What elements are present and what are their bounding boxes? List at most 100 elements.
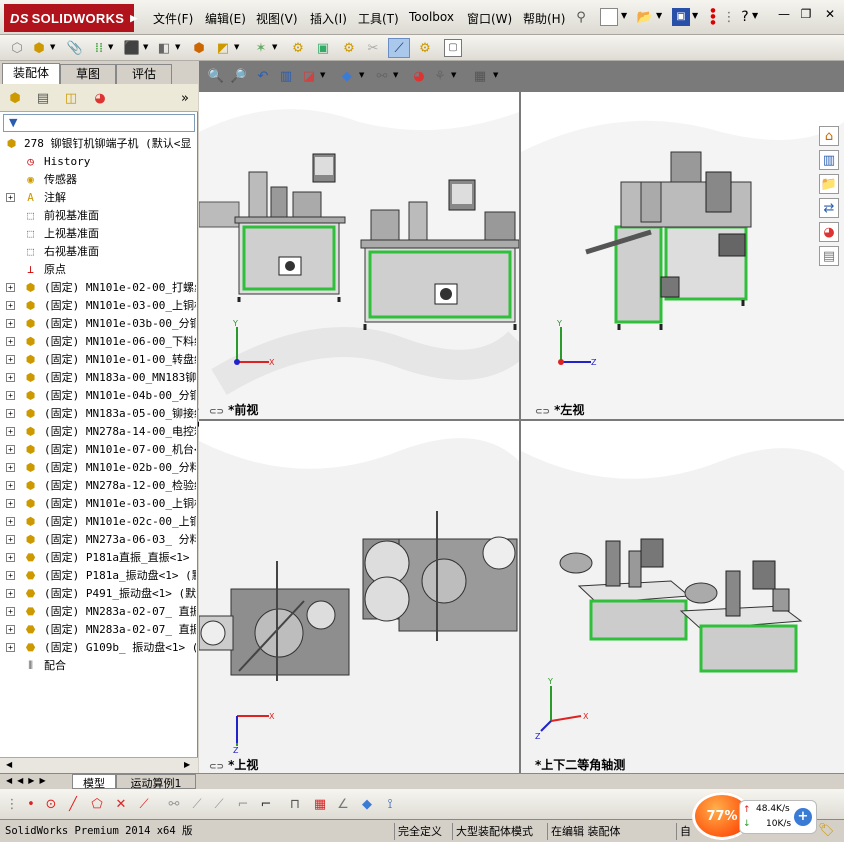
view-palette-icon[interactable]: ⇄: [819, 198, 839, 218]
expand-toggle-icon[interactable]: +: [6, 301, 15, 310]
expand-toggle-icon[interactable]: +: [6, 499, 15, 508]
expand-toggle-icon[interactable]: +: [6, 337, 15, 346]
restore-button[interactable]: ❐: [797, 7, 815, 23]
trim-icon[interactable]: ✕: [112, 795, 130, 813]
options-icon[interactable]: ⋮: [722, 8, 736, 26]
pin-icon[interactable]: ⚲: [573, 8, 589, 26]
filter-icon[interactable]: ▼: [9, 116, 17, 129]
solidworks-resources-icon[interactable]: ⌂: [819, 126, 839, 146]
tree-item[interactable]: ⬚ 前视基准面: [0, 207, 196, 225]
tree-item[interactable]: + ⬢ (固定) MN273a-06-03_ 分料: [0, 531, 196, 549]
tree-item[interactable]: + ⬢ (固定) MN101e-07-00_机台<: [0, 441, 196, 459]
tree-item[interactable]: ⬚ 右视基准面: [0, 243, 196, 261]
expand-panel-icon[interactable]: »: [178, 90, 192, 106]
exploded-view-icon[interactable]: ▣: [314, 39, 332, 57]
tree-item[interactable]: + ⬢ (固定) MN101e-06-00_下料组: [0, 333, 196, 351]
expand-toggle-icon[interactable]: +: [6, 481, 15, 490]
centerpoint-icon[interactable]: ⊙: [42, 795, 60, 813]
linear-pattern-icon[interactable]: ⁞⁞: [90, 39, 108, 57]
tree-item[interactable]: ◷ History: [0, 153, 196, 171]
solidworks-logo[interactable]: DS SOLIDWORKS ▶: [4, 4, 137, 32]
polygon-icon[interactable]: ⬠: [88, 795, 106, 813]
expand-toggle-icon[interactable]: +: [6, 643, 15, 652]
line-icon[interactable]: ╱: [64, 795, 82, 813]
tree-item[interactable]: + ⬣ (固定) P181a_振动盘<1> (默: [0, 567, 196, 585]
show-hidden-icon[interactable]: ◧: [155, 39, 173, 57]
menu-window[interactable]: 窗口(W): [467, 10, 512, 27]
tab-assembly[interactable]: 装配体: [2, 63, 60, 84]
tree-item[interactable]: + ⬢ (固定) MN183a-05-00_铆接组: [0, 405, 196, 423]
point-icon[interactable]: •: [22, 795, 40, 813]
motion-dropdown-icon[interactable]: ▼: [272, 44, 277, 51]
design-library-icon[interactable]: ▥: [819, 150, 839, 170]
mate-icon[interactable]: 📎: [66, 39, 84, 57]
property-manager-icon[interactable]: ▤: [34, 89, 52, 107]
tree-item[interactable]: + ⬢ (固定) MN101e-04b-00_分铜: [0, 387, 196, 405]
tree-item[interactable]: + A 注解: [0, 189, 196, 207]
expand-toggle-icon[interactable]: +: [6, 373, 15, 382]
chamfer-icon[interactable]: ⌐: [234, 795, 252, 813]
tree-item[interactable]: ⟂ 原点: [0, 261, 196, 279]
explode-line-sketch-icon[interactable]: ⚙: [340, 39, 358, 57]
large-assembly-icon[interactable]: ⚙: [416, 39, 434, 57]
new-dropdown-icon[interactable]: ▼: [621, 12, 627, 20]
orientation-dropdown-icon[interactable]: ▼: [359, 72, 364, 79]
status-tag-icon[interactable]: 🏷: [818, 823, 836, 840]
edit-appearance-icon[interactable]: ◕: [411, 68, 427, 84]
menu-file[interactable]: 文件(F): [153, 10, 193, 27]
expand-toggle-icon[interactable]: +: [6, 553, 15, 562]
tree-item[interactable]: + ⬢ (固定) MN101e-03b-00_分铜: [0, 315, 196, 333]
viewport-front[interactable]: Y X ⊂⊃ *前视: [199, 92, 519, 419]
expand-toggle-icon[interactable]: +: [6, 409, 15, 418]
tab-evaluate[interactable]: 评估: [116, 64, 172, 84]
annotation-dropdown-icon[interactable]: ▼: [320, 72, 325, 79]
featuremanager-tree-icon[interactable]: ⬢: [6, 89, 24, 107]
configuration-manager-icon[interactable]: ◫: [62, 89, 80, 107]
bill-of-materials-icon[interactable]: ⚙: [289, 39, 307, 57]
appearances-icon[interactable]: ◕: [819, 222, 839, 242]
tree-item[interactable]: + ⬣ (固定) P181a直振_直振<1>: [0, 549, 196, 567]
expand-toggle-icon[interactable]: +: [6, 319, 15, 328]
close-button[interactable]: ✕: [821, 7, 839, 23]
zoom-to-fit-icon[interactable]: 🔍: [208, 68, 224, 84]
tab-model[interactable]: 模型: [72, 774, 116, 790]
view-settings-dropdown-icon[interactable]: ▼: [493, 72, 498, 79]
expand-toggle-icon[interactable]: +: [6, 571, 15, 580]
file-explorer-icon[interactable]: 📁: [819, 174, 839, 194]
mirror-icon[interactable]: ⟋: [188, 795, 206, 813]
rebuild-traffic-light-icon[interactable]: ● ● ●: [708, 8, 718, 26]
menu-insert[interactable]: 插入(I): [310, 10, 347, 27]
assembly-features-icon[interactable]: ⬢: [190, 39, 208, 57]
fillet-icon[interactable]: ⟋: [210, 795, 228, 813]
tab-nav-arrows[interactable]: ◀◀▶▶: [6, 776, 51, 785]
reference-geometry-icon[interactable]: ◩: [214, 39, 232, 57]
expand-toggle-icon[interactable]: +: [6, 355, 15, 364]
expand-toggle-icon[interactable]: +: [6, 463, 15, 472]
menu-toolbox[interactable]: Toolbox: [409, 10, 454, 24]
tree-item[interactable]: ⫴ 配合: [0, 657, 196, 675]
display-manager-icon[interactable]: ◕: [91, 89, 109, 107]
tree-item[interactable]: ◉ 传感器: [0, 171, 196, 189]
viewport-left[interactable]: ◫ ◫ ▫ ▫ ✕ Y Z ⊂⊃*左视: [521, 92, 844, 419]
assembly-view-icon[interactable]: ⬡: [8, 39, 26, 57]
move-dropdown-icon[interactable]: ▼: [143, 44, 148, 51]
tree-item[interactable]: + ⬣ (固定) G109b_ 振动盘<1> (默: [0, 639, 196, 657]
help-dropdown-icon[interactable]: ▼: [752, 12, 758, 20]
status-large-assembly[interactable]: 大型装配体模式: [452, 823, 536, 840]
tree-filter[interactable]: ▼: [3, 114, 195, 132]
open-dropdown-icon[interactable]: ▼: [656, 12, 662, 20]
tree-item[interactable]: ⬚ 上视基准面: [0, 225, 196, 243]
insert-component-icon[interactable]: ⬢: [30, 39, 48, 57]
grid-icon[interactable]: ▦: [311, 795, 329, 813]
expand-toggle-icon[interactable]: +: [6, 589, 15, 598]
previous-view-icon[interactable]: ↶: [255, 68, 271, 84]
angle-icon[interactable]: ∠: [334, 795, 352, 813]
insert-dropdown-icon[interactable]: ▼: [50, 44, 55, 51]
move-component-icon[interactable]: ⬛: [123, 39, 141, 57]
new-document-icon[interactable]: [600, 8, 618, 26]
apply-scene-icon[interactable]: ⚘: [432, 68, 448, 84]
tree-item[interactable]: + ⬢ (固定) MN101e-02-00_打螺丝: [0, 279, 196, 297]
tree-item[interactable]: + ⬢ (固定) MN101e-02c-00_上铜: [0, 513, 196, 531]
3d-sketch-icon[interactable]: ◆: [358, 795, 376, 813]
status-custom[interactable]: 自: [676, 823, 694, 840]
